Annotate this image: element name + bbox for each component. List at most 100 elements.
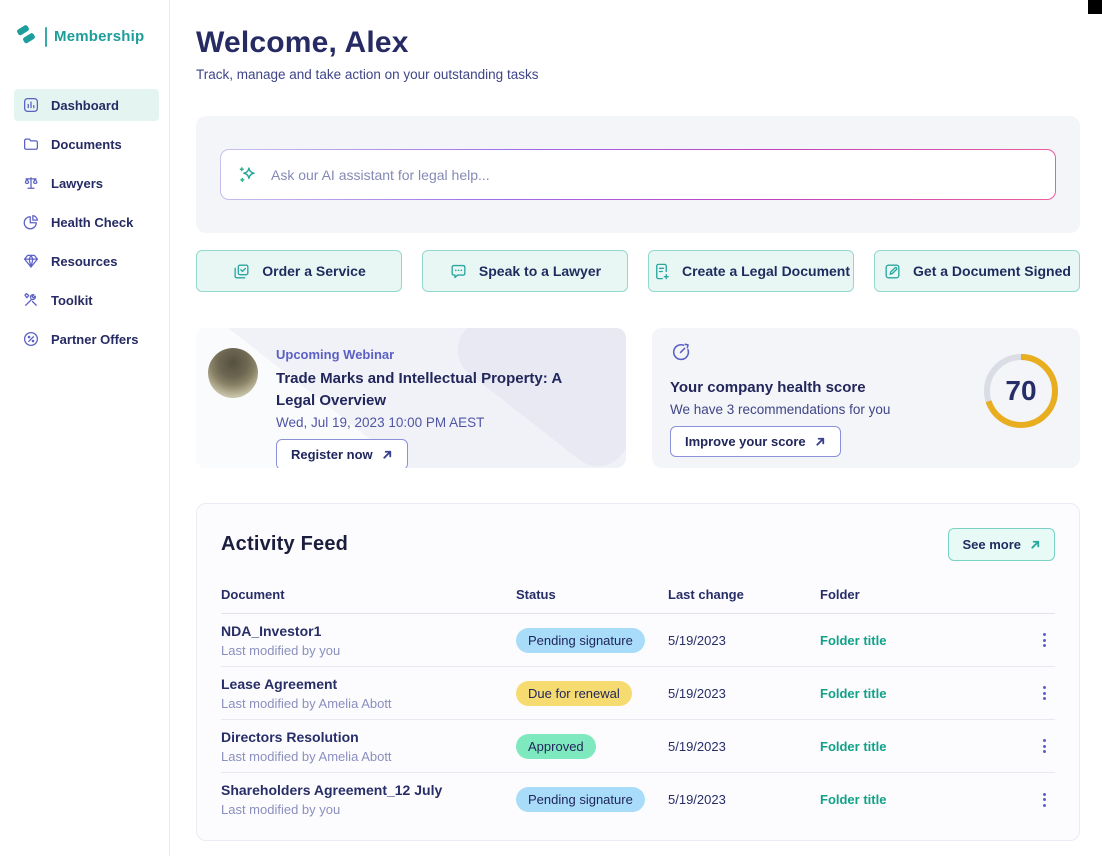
table-row: Directors Resolution Last modified by Am… bbox=[221, 720, 1055, 773]
sidebar-item-label: Toolkit bbox=[51, 293, 93, 308]
last-change-date: 5/19/2023 bbox=[668, 739, 820, 754]
improve-score-label: Improve your score bbox=[685, 434, 806, 449]
gem-icon bbox=[22, 252, 40, 270]
brand: Membership bbox=[14, 22, 159, 51]
folder-link[interactable]: Folder title bbox=[820, 633, 1033, 648]
health-score-card: Your company health score We have 3 reco… bbox=[652, 328, 1080, 468]
arrow-up-right-icon bbox=[1030, 539, 1041, 550]
row-kebab-menu[interactable] bbox=[1033, 736, 1055, 756]
dashboard-icon bbox=[22, 96, 40, 114]
sparkles-icon bbox=[237, 164, 259, 186]
chat-bubble-icon bbox=[449, 262, 468, 281]
folder-link[interactable]: Folder title bbox=[820, 792, 1033, 807]
document-modified-by: Last modified by you bbox=[221, 643, 516, 658]
last-change-date: 5/19/2023 bbox=[668, 792, 820, 807]
pen-square-icon bbox=[883, 262, 902, 281]
page-subtitle: Track, manage and take action on your ou… bbox=[196, 67, 1080, 82]
sidebar-item-label: Lawyers bbox=[51, 176, 103, 191]
status-badge: Pending signature bbox=[516, 787, 645, 812]
status-badge: Pending signature bbox=[516, 628, 645, 653]
column-header-last-change: Last change bbox=[668, 587, 820, 602]
brand-logo-icon bbox=[14, 22, 38, 51]
sidebar-item-documents[interactable]: Documents bbox=[14, 128, 159, 160]
activity-feed-card: Activity Feed See more Document Status L… bbox=[196, 503, 1080, 841]
row-kebab-menu[interactable] bbox=[1033, 630, 1055, 650]
see-more-button[interactable]: See more bbox=[948, 528, 1055, 561]
pie-chart-icon bbox=[22, 213, 40, 231]
last-change-date: 5/19/2023 bbox=[668, 686, 820, 701]
percent-circle-icon bbox=[22, 330, 40, 348]
last-change-date: 5/19/2023 bbox=[668, 633, 820, 648]
webinar-presenter-avatar bbox=[208, 348, 258, 398]
table-row: NDA_Investor1 Last modified by you Pendi… bbox=[221, 614, 1055, 667]
create-legal-document-button[interactable]: Create a Legal Document bbox=[648, 250, 854, 292]
activity-table-body: NDA_Investor1 Last modified by you Pendi… bbox=[221, 614, 1055, 826]
sidebar-item-label: Health Check bbox=[51, 215, 133, 230]
sidebar-item-health-check[interactable]: Health Check bbox=[14, 206, 159, 238]
sidebar-item-label: Resources bbox=[51, 254, 117, 269]
quick-action-label: Order a Service bbox=[262, 263, 366, 279]
order-service-button[interactable]: Order a Service bbox=[196, 250, 402, 292]
main-content: Welcome, Alex Track, manage and take act… bbox=[170, 0, 1102, 856]
see-more-label: See more bbox=[962, 537, 1021, 552]
webinar-eyebrow: Upcoming Webinar bbox=[276, 347, 596, 362]
screen-corner-artifact bbox=[1088, 0, 1102, 14]
sidebar: Membership Dashboard Documents Lawyers H… bbox=[0, 0, 170, 856]
gauge-icon bbox=[670, 350, 692, 367]
status-badge: Due for renewal bbox=[516, 681, 632, 706]
status-badge: Approved bbox=[516, 734, 596, 759]
sidebar-item-lawyers[interactable]: Lawyers bbox=[14, 167, 159, 199]
document-modified-by: Last modified by Amelia Abott bbox=[221, 749, 516, 764]
document-title[interactable]: Directors Resolution bbox=[221, 729, 516, 745]
quick-action-label: Create a Legal Document bbox=[682, 263, 850, 279]
register-now-label: Register now bbox=[291, 447, 373, 462]
arrow-up-right-icon bbox=[382, 449, 393, 460]
order-service-icon bbox=[232, 262, 251, 281]
column-header-document: Document bbox=[221, 587, 516, 602]
sidebar-item-label: Partner Offers bbox=[51, 332, 138, 347]
tools-icon bbox=[22, 291, 40, 309]
column-header-folder: Folder bbox=[820, 587, 1033, 602]
webinar-title: Trade Marks and Intellectual Property: A… bbox=[276, 368, 596, 412]
sidebar-item-partner-offers[interactable]: Partner Offers bbox=[14, 323, 159, 355]
folder-link[interactable]: Folder title bbox=[820, 739, 1033, 754]
ai-assistant-panel bbox=[196, 116, 1080, 233]
row-kebab-menu[interactable] bbox=[1033, 790, 1055, 810]
improve-score-button[interactable]: Improve your score bbox=[670, 426, 841, 457]
health-score-value: 70 bbox=[982, 352, 1060, 430]
folder-link[interactable]: Folder title bbox=[820, 686, 1033, 701]
document-modified-by: Last modified by you bbox=[221, 802, 516, 817]
activity-feed-title: Activity Feed bbox=[221, 533, 348, 556]
document-modified-by: Last modified by Amelia Abott bbox=[221, 696, 516, 711]
column-header-status: Status bbox=[516, 587, 668, 602]
info-cards-row: Upcoming Webinar Trade Marks and Intelle… bbox=[196, 328, 1080, 468]
get-document-signed-button[interactable]: Get a Document Signed bbox=[874, 250, 1080, 292]
webinar-datetime: Wed, Jul 19, 2023 10:00 PM AEST bbox=[276, 415, 596, 430]
quick-action-label: Get a Document Signed bbox=[913, 263, 1071, 279]
scales-icon bbox=[22, 174, 40, 192]
sidebar-item-toolkit[interactable]: Toolkit bbox=[14, 284, 159, 316]
sidebar-item-dashboard[interactable]: Dashboard bbox=[14, 89, 159, 121]
activity-table: Document Status Last change Folder NDA_I… bbox=[221, 587, 1055, 826]
arrow-up-right-icon bbox=[815, 436, 826, 447]
ai-assistant-input[interactable] bbox=[271, 167, 1039, 183]
sidebar-item-resources[interactable]: Resources bbox=[14, 245, 159, 277]
document-title[interactable]: Lease Agreement bbox=[221, 676, 516, 692]
table-row: Lease Agreement Last modified by Amelia … bbox=[221, 667, 1055, 720]
register-now-button[interactable]: Register now bbox=[276, 439, 408, 469]
sidebar-item-label: Documents bbox=[51, 137, 122, 152]
page-title: Welcome, Alex bbox=[196, 26, 1080, 60]
document-title[interactable]: NDA_Investor1 bbox=[221, 623, 516, 639]
brand-divider bbox=[45, 27, 47, 47]
sidebar-item-label: Dashboard bbox=[51, 98, 119, 113]
row-kebab-menu[interactable] bbox=[1033, 683, 1055, 703]
quick-actions: Order a Service Speak to a Lawyer Create… bbox=[196, 250, 1080, 292]
activity-table-header: Document Status Last change Folder bbox=[221, 587, 1055, 614]
table-row: Shareholders Agreement_12 July Last modi… bbox=[221, 773, 1055, 826]
ai-assistant-input-wrap[interactable] bbox=[220, 149, 1056, 200]
brand-name: Membership bbox=[54, 28, 144, 45]
document-title[interactable]: Shareholders Agreement_12 July bbox=[221, 782, 516, 798]
speak-to-lawyer-button[interactable]: Speak to a Lawyer bbox=[422, 250, 628, 292]
webinar-card: Upcoming Webinar Trade Marks and Intelle… bbox=[196, 328, 626, 468]
quick-action-label: Speak to a Lawyer bbox=[479, 263, 601, 279]
